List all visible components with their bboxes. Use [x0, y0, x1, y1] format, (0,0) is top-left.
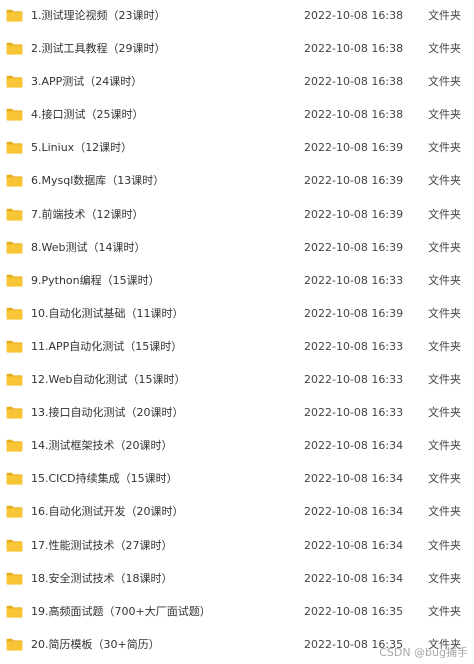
file-row[interactable]: 19.高频面试题（700+大厂面试题） 2022-10-08 16:35 文件夹: [0, 596, 474, 629]
folder-icon: [6, 274, 23, 287]
file-name: 9.Python编程（15课时）: [31, 273, 160, 287]
file-name: 15.CICD持续集成（15课时）: [31, 472, 178, 486]
file-row[interactable]: 18.安全测试技术（18课时） 2022-10-08 16:34 文件夹: [0, 563, 474, 596]
folder-icon: [6, 141, 23, 154]
modified-date: 2022-10-08 16:34: [304, 505, 404, 519]
file-type: 文件夹: [428, 42, 461, 56]
file-name: 2.测试工具教程（29课时）: [31, 42, 166, 56]
file-row[interactable]: 11.APP自动化测试（15课时） 2022-10-08 16:33 文件夹: [0, 331, 474, 364]
folder-icon: [6, 373, 23, 386]
file-row[interactable]: 3.APP测试（24课时） 2022-10-08 16:38 文件夹: [0, 66, 474, 99]
folder-icon: [6, 307, 23, 320]
file-row[interactable]: 2.测试工具教程（29课时） 2022-10-08 16:38 文件夹: [0, 33, 474, 66]
file-row[interactable]: 4.接口测试（25课时） 2022-10-08 16:38 文件夹: [0, 99, 474, 132]
folder-icon: [6, 174, 23, 188]
file-name: 13.接口自动化测试（20课时）: [31, 406, 184, 420]
file-type: 文件夹: [428, 141, 461, 155]
modified-date: 2022-10-08 16:34: [304, 439, 404, 453]
file-name: 3.APP测试（24课时）: [31, 75, 143, 89]
file-row[interactable]: 13.接口自动化测试（20课时） 2022-10-08 16:33 文件夹: [0, 397, 474, 430]
file-name: 19.高频面试题（700+大厂面试题）: [31, 604, 211, 618]
file-row[interactable]: 10.自动化测试基础（11课时） 2022-10-08 16:39 文件夹: [0, 298, 474, 331]
file-type: 文件夹: [428, 571, 461, 585]
folder-icon: [6, 605, 23, 618]
file-name: 14.测试框架技术（20课时）: [31, 439, 173, 453]
file-type: 文件夹: [428, 439, 461, 453]
file-row[interactable]: 15.CICD持续集成（15课时） 2022-10-08 16:34 文件夹: [0, 463, 474, 496]
file-name: 4.接口测试（25课时）: [31, 108, 144, 122]
file-list: 1.测试理论视频（23课时） 2022-10-08 16:38 文件夹 2.测试工具教…: [0, 0, 474, 662]
folder-icon: [6, 75, 23, 88]
folder-icon: [6, 241, 23, 254]
folder-icon: [6, 572, 23, 585]
modified-date: 2022-10-08 16:34: [304, 571, 404, 585]
modified-date: 2022-10-08 16:38: [304, 75, 404, 89]
folder-icon: [6, 539, 23, 552]
folder-icon: [6, 340, 23, 353]
file-name: 11.APP自动化测试（15课时）: [31, 339, 183, 353]
file-type: 文件夹: [428, 406, 461, 420]
file-row[interactable]: 5.Liniux（12课时） 2022-10-08 16:39 文件夹: [0, 132, 474, 165]
file-name: 16.自动化测试开发（20课时）: [31, 505, 184, 519]
file-name: 5.Liniux（12课时）: [31, 141, 133, 155]
modified-date: 2022-10-08 16:33: [304, 373, 404, 387]
folder-icon: [6, 108, 23, 121]
file-type: 文件夹: [428, 108, 461, 122]
file-type: 文件夹: [428, 207, 461, 221]
modified-date: 2022-10-08 16:33: [304, 339, 404, 353]
csdn-watermark: CSDN @bug捕手: [379, 646, 468, 659]
file-type: 文件夹: [428, 604, 461, 618]
modified-date: 2022-10-08 16:39: [304, 207, 404, 221]
modified-date: 2022-10-08 16:34: [304, 538, 404, 552]
modified-date: 2022-10-08 16:33: [304, 273, 404, 287]
modified-date: 2022-10-08 16:38: [304, 9, 404, 22]
file-row[interactable]: 17.性能测试技术（27课时） 2022-10-08 16:34 文件夹: [0, 530, 474, 563]
file-name: 20.简历模板（30+简历）: [31, 637, 160, 651]
folder-icon: [6, 42, 23, 55]
folder-icon: [6, 208, 23, 221]
file-type: 文件夹: [428, 538, 461, 552]
file-type: 文件夹: [428, 240, 461, 254]
modified-date: 2022-10-08 16:33: [304, 406, 404, 420]
file-row[interactable]: 6.Mysql数据库（13课时） 2022-10-08 16:39 文件夹: [0, 165, 474, 198]
file-type: 文件夹: [428, 339, 461, 353]
folder-icon: [6, 439, 23, 452]
file-row[interactable]: 16.自动化测试开发（20课时） 2022-10-08 16:34 文件夹: [0, 496, 474, 529]
folder-icon: [6, 9, 23, 22]
modified-date: 2022-10-08 16:39: [304, 306, 404, 320]
modified-date: 2022-10-08 16:39: [304, 240, 404, 254]
modified-date: 2022-10-08 16:38: [304, 108, 404, 122]
file-type: 文件夹: [428, 75, 461, 89]
file-type: 文件夹: [428, 306, 461, 320]
folder-icon: [6, 406, 23, 419]
file-type: 文件夹: [428, 472, 461, 486]
file-name: 7.前端技术（12课时）: [31, 207, 144, 221]
folder-icon: [6, 505, 23, 519]
file-row[interactable]: 9.Python编程（15课时） 2022-10-08 16:33 文件夹: [0, 265, 474, 298]
file-name: 1.测试理论视频（23课时）: [31, 9, 166, 22]
modified-date: 2022-10-08 16:35: [304, 604, 404, 618]
file-type: 文件夹: [428, 505, 461, 519]
file-type: 文件夹: [428, 273, 461, 287]
folder-icon: [6, 472, 23, 485]
file-row[interactable]: 12.Web自动化测试（15课时） 2022-10-08 16:33 文件夹: [0, 364, 474, 397]
file-type: 文件夹: [428, 9, 461, 22]
file-row[interactable]: 14.测试框架技术（20课时） 2022-10-08 16:34 文件夹: [0, 430, 474, 463]
file-row[interactable]: 1.测试理论视频（23课时） 2022-10-08 16:38 文件夹: [0, 0, 474, 33]
file-type: 文件夹: [428, 174, 461, 188]
modified-date: 2022-10-08 16:39: [304, 141, 404, 155]
file-name: 12.Web自动化测试（15课时）: [31, 373, 186, 387]
file-name: 10.自动化测试基础（11课时）: [31, 306, 184, 320]
modified-date: 2022-10-08 16:34: [304, 472, 404, 486]
file-name: 6.Mysql数据库（13课时）: [31, 174, 165, 188]
file-name: 8.Web测试（14课时）: [31, 240, 146, 254]
folder-icon: [6, 638, 23, 651]
file-row[interactable]: 7.前端技术（12课时） 2022-10-08 16:39 文件夹: [0, 199, 474, 232]
modified-date: 2022-10-08 16:38: [304, 42, 404, 56]
file-row[interactable]: 8.Web测试（14课时） 2022-10-08 16:39 文件夹: [0, 232, 474, 265]
file-name: 17.性能测试技术（27课时）: [31, 538, 173, 552]
modified-date: 2022-10-08 16:39: [304, 174, 404, 188]
file-name: 18.安全测试技术（18课时）: [31, 571, 173, 585]
file-type: 文件夹: [428, 373, 461, 387]
